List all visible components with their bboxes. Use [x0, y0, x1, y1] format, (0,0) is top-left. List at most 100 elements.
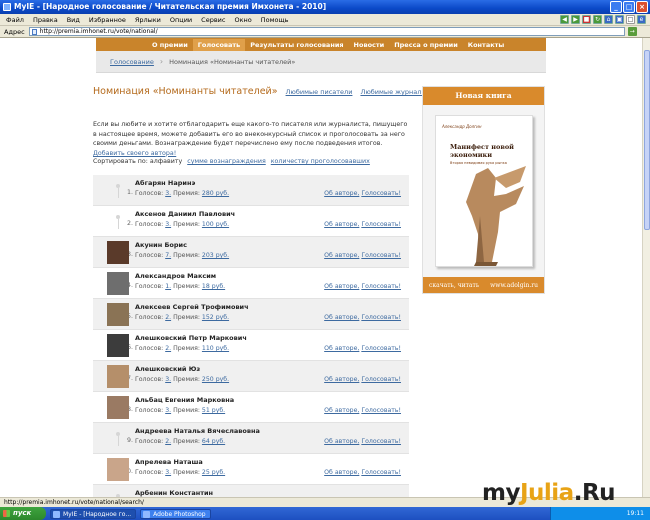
menu-item-view[interactable]: Вид	[67, 16, 80, 24]
taskbar-item-myie[interactable]: MyIE - [Народное го...	[50, 508, 137, 519]
prize-amount-link[interactable]: 18 руб.	[202, 283, 225, 290]
taskbar-item-photoshop[interactable]: Adobe Photoshop	[140, 508, 211, 519]
new-page-icon[interactable]: □	[626, 15, 635, 24]
no-photo-placeholder-icon	[107, 489, 129, 497]
nav-results[interactable]: Результаты голосования	[250, 41, 343, 49]
vote-link[interactable]: Голосовать!	[361, 438, 401, 445]
breadcrumb-voting-link[interactable]: Голосование	[110, 58, 154, 66]
vote-link[interactable]: Голосовать!	[361, 283, 401, 290]
votes-count-link[interactable]: 1.	[165, 283, 171, 290]
menu-item-help[interactable]: Помощь	[261, 16, 289, 24]
prize-amount-link[interactable]: 25 руб.	[202, 469, 225, 476]
about-author-link[interactable]: Об авторе,	[324, 252, 359, 259]
home-icon[interactable]: ⌂	[604, 15, 613, 24]
vertical-scrollbar[interactable]	[642, 38, 650, 497]
nav-about[interactable]: О премии	[152, 41, 188, 49]
vote-link[interactable]: Голосовать!	[361, 314, 401, 321]
menu-item-options[interactable]: Опции	[170, 16, 192, 24]
prize-amount-link[interactable]: 203 руб.	[202, 252, 229, 259]
author-photo[interactable]	[107, 458, 129, 481]
nav-press[interactable]: Пресса о премии	[394, 41, 458, 49]
votes-count-link[interactable]: 7.	[165, 252, 171, 259]
author-photo[interactable]	[107, 334, 129, 357]
votes-count-link[interactable]: 3.	[165, 469, 171, 476]
votes-count-link[interactable]: 3.	[165, 221, 171, 228]
votes-count-link[interactable]: 3.	[165, 407, 171, 414]
prize-amount-link[interactable]: 280 руб.	[202, 190, 229, 197]
about-author-link[interactable]: Об авторе,	[324, 438, 359, 445]
about-author-link[interactable]: Об авторе,	[324, 345, 359, 352]
about-author-link[interactable]: Об авторе,	[324, 376, 359, 383]
menu-item-window[interactable]: Окно	[234, 16, 251, 24]
menu-item-tools[interactable]: Сервис	[201, 16, 225, 24]
menu-item-file[interactable]: Файл	[6, 16, 24, 24]
author-photo[interactable]	[107, 303, 129, 326]
tab-icon[interactable]: ▣	[615, 15, 624, 24]
about-author-link[interactable]: Об авторе,	[324, 221, 359, 228]
prize-amount-link[interactable]: 110 руб.	[202, 345, 229, 352]
stop-icon[interactable]: ■	[582, 15, 591, 24]
sort-by-prize-link[interactable]: сумме вознаграждения	[187, 158, 266, 165]
menu-item-shortcuts[interactable]: Ярлыки	[135, 16, 161, 24]
myie-task-icon	[53, 510, 60, 518]
menu-item-edit[interactable]: Правка	[33, 16, 58, 24]
back-icon[interactable]: ◀	[560, 15, 569, 24]
nav-contacts[interactable]: Контакты	[468, 41, 504, 49]
intro-text: Если вы любите и хотите отблагодарить ещ…	[93, 120, 409, 158]
ad-site-link[interactable]: www.adolgin.ru	[490, 282, 538, 289]
prize-amount-link[interactable]: 250 руб.	[202, 376, 229, 383]
nav-vote[interactable]: Голосовать	[192, 38, 246, 51]
breadcrumb: Голосование › Номинация «Номинанты читат…	[96, 51, 546, 73]
author-photo[interactable]	[107, 365, 129, 388]
forward-icon[interactable]: ▶	[571, 15, 580, 24]
menu-item-favorites[interactable]: Избранное	[89, 16, 126, 24]
author-photo[interactable]	[107, 272, 129, 295]
prize-amount-link[interactable]: 152 руб.	[202, 314, 229, 321]
about-author-link[interactable]: Об авторе,	[324, 283, 359, 290]
prize-amount-link[interactable]: 51 руб.	[202, 407, 225, 414]
prize-label: Премия:	[173, 190, 200, 197]
book-ad[interactable]: Новая книга Александр Долгин Манифест но…	[422, 86, 545, 294]
prize-amount-link[interactable]: 64 руб.	[202, 438, 225, 445]
scrollbar-thumb[interactable]	[644, 50, 650, 230]
taskbar-item-myie-label: MyIE - [Народное го...	[63, 510, 132, 518]
book-cover[interactable]: Александр Долгин Манифест новой экономик…	[435, 115, 533, 267]
vote-link[interactable]: Голосовать!	[361, 190, 401, 197]
nominee-actions: Об авторе, Голосовать!	[324, 469, 401, 476]
votes-count-link[interactable]: 2.	[165, 438, 171, 445]
vote-link[interactable]: Голосовать!	[361, 469, 401, 476]
about-author-link[interactable]: Об авторе,	[324, 190, 359, 197]
vote-link[interactable]: Голосовать!	[361, 376, 401, 383]
ad-download-link[interactable]: скачать, читать	[429, 282, 479, 289]
status-text: http://premia.imhonet.ru/vote/national/s…	[4, 499, 144, 506]
close-icon[interactable]: ×	[636, 1, 648, 13]
sort-by-votes-link[interactable]: количеству проголосовавших	[271, 158, 370, 165]
tab-favorite-writers[interactable]: Любимые писатели	[286, 88, 353, 96]
address-input[interactable]: http://premia.imhonet.ru/vote/national/	[28, 27, 625, 36]
menu-bar: Файл Правка Вид Избранное Ярлыки Опции С…	[0, 14, 650, 26]
vote-link[interactable]: Голосовать!	[361, 252, 401, 259]
start-button[interactable]: пуск	[0, 507, 46, 520]
votes-count-link[interactable]: 3.	[165, 190, 171, 197]
refresh-icon[interactable]: ↻	[593, 15, 602, 24]
watermark-part-ru: .Ru	[573, 480, 616, 506]
author-photo[interactable]	[107, 396, 129, 419]
votes-count-link[interactable]: 2.	[165, 314, 171, 321]
author-photo[interactable]	[107, 241, 129, 264]
add-author-link[interactable]: Добавить своего автора!	[93, 150, 176, 157]
prize-amount-link[interactable]: 100 руб.	[202, 221, 229, 228]
votes-count-link[interactable]: 2.	[165, 345, 171, 352]
about-author-link[interactable]: Об авторе,	[324, 469, 359, 476]
nav-news[interactable]: Новости	[354, 41, 385, 49]
maximize-icon[interactable]: □	[623, 1, 635, 13]
votes-count-link[interactable]: 3.	[165, 376, 171, 383]
about-author-link[interactable]: Об авторе,	[324, 407, 359, 414]
nominee-name: Апрелева Наташа	[135, 458, 203, 466]
about-author-link[interactable]: Об авторе,	[324, 314, 359, 321]
nominee-actions: Об авторе, Голосовать!	[324, 345, 401, 352]
go-button[interactable]: →	[627, 27, 637, 36]
vote-link[interactable]: Голосовать!	[361, 221, 401, 228]
minimize-icon[interactable]: _	[610, 1, 622, 13]
vote-link[interactable]: Голосовать!	[361, 407, 401, 414]
vote-link[interactable]: Голосовать!	[361, 345, 401, 352]
